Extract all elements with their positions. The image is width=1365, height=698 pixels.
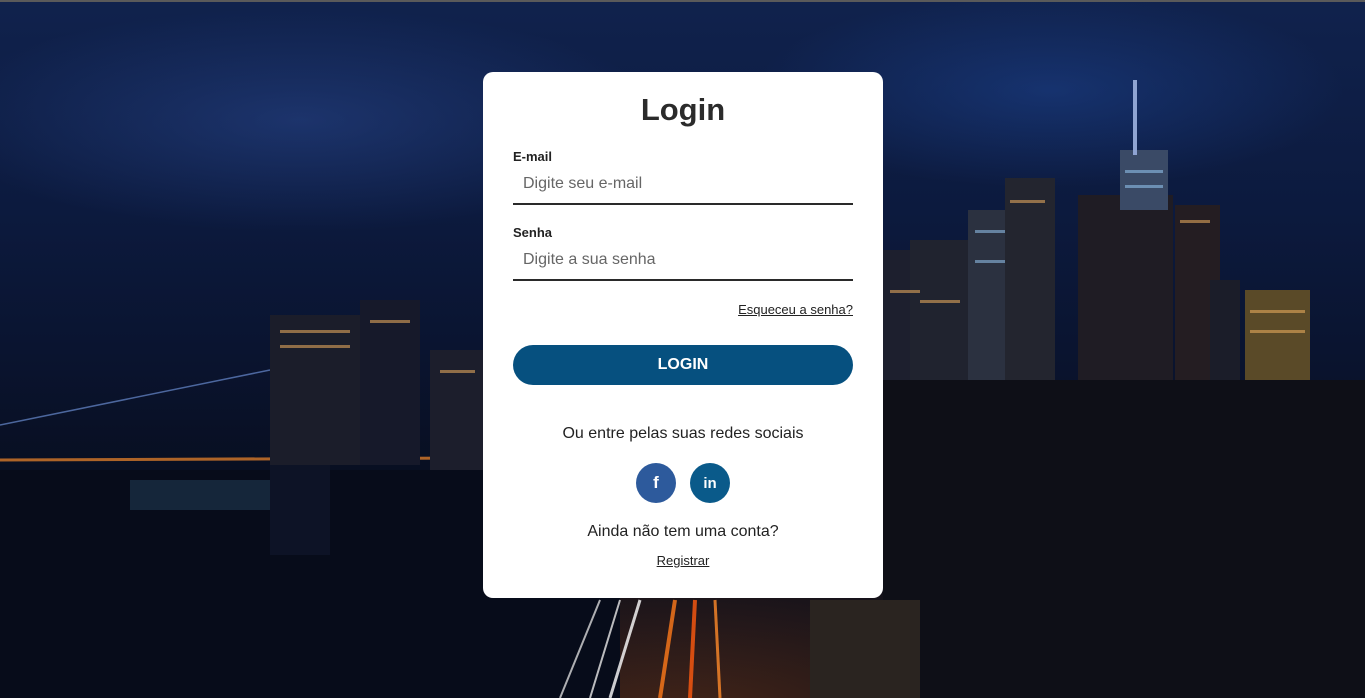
linkedin-icon[interactable]: in (690, 463, 730, 503)
social-icons-row: f in (513, 463, 853, 503)
password-label: Senha (513, 225, 553, 240)
email-input[interactable] (513, 169, 853, 205)
register-link[interactable]: Registrar (513, 553, 853, 568)
password-input[interactable] (513, 245, 853, 281)
social-login-text: Ou entre pelas suas redes sociais (562, 425, 804, 442)
login-card: Login E-mail Senha Esqueceu a senha? LOG… (483, 72, 883, 598)
no-account-text: Ainda não tem uma conta? (587, 523, 779, 540)
facebook-icon[interactable]: f (636, 463, 676, 503)
email-field-group: E-mail (513, 149, 853, 205)
login-title: Login (640, 92, 726, 127)
window-top-border (0, 0, 1365, 2)
password-field-group: Senha (513, 225, 853, 281)
email-label: E-mail (513, 149, 553, 164)
forgot-password-link[interactable]: Esqueceu a senha? (513, 302, 853, 317)
login-button[interactable]: LOGIN (513, 345, 853, 385)
